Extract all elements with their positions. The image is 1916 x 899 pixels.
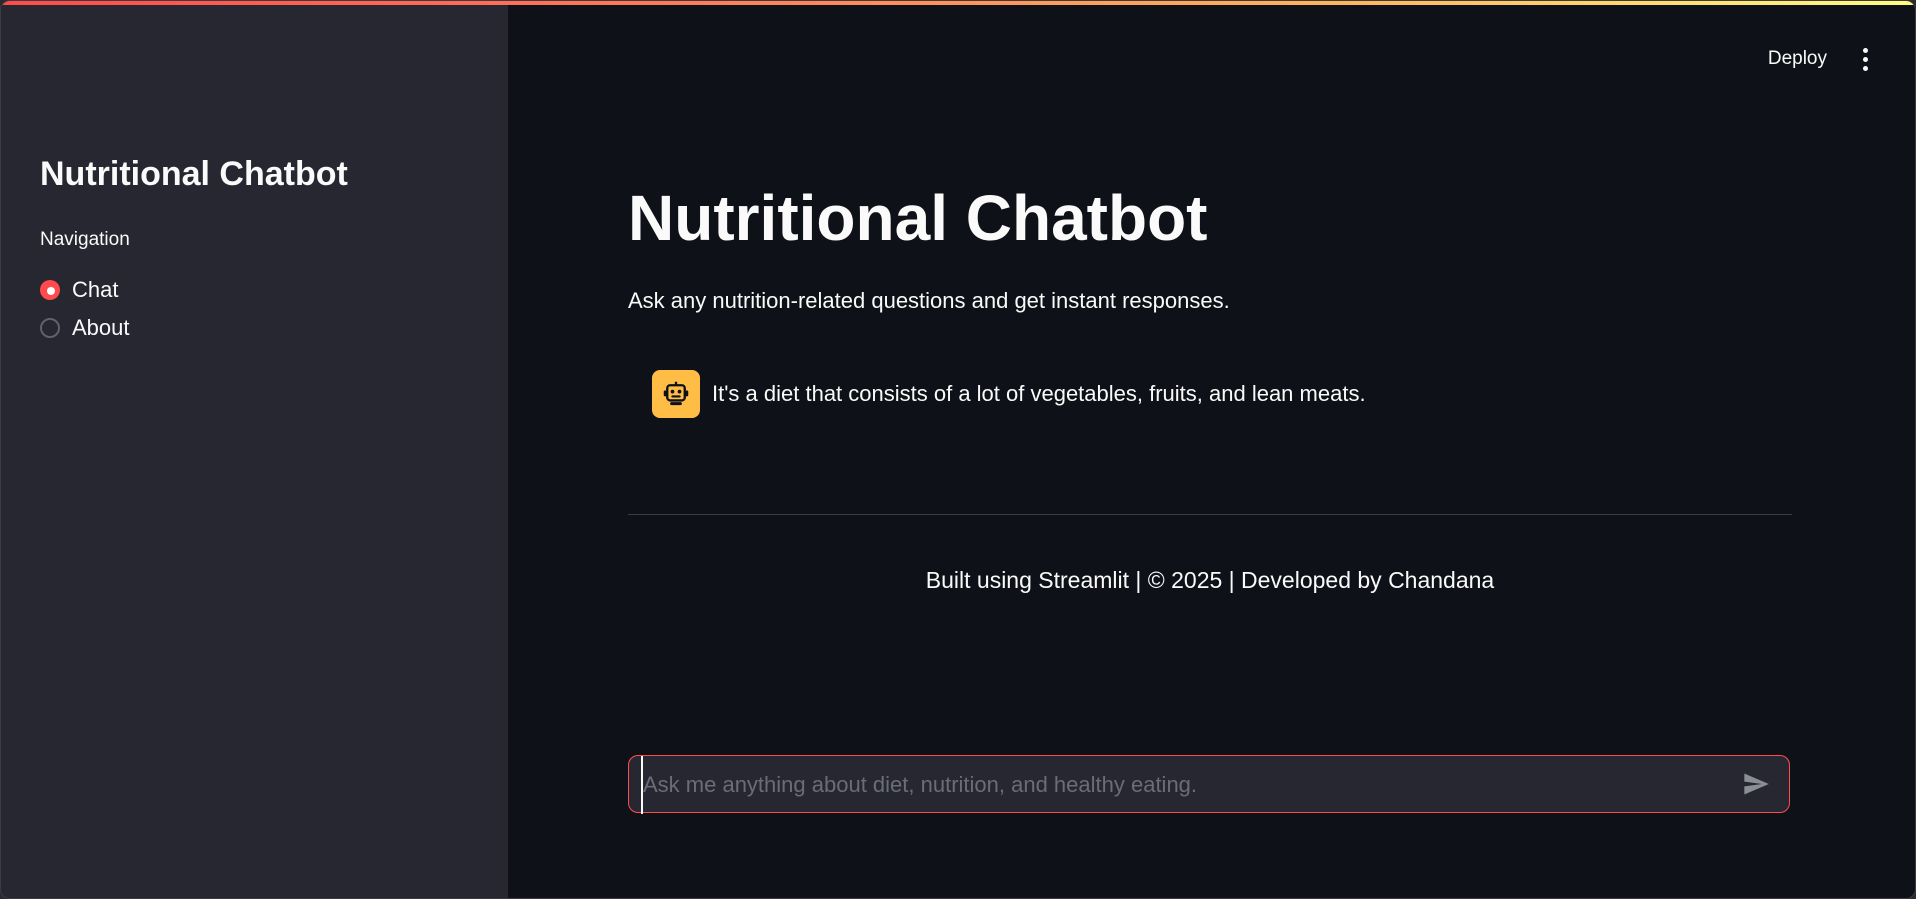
divider (628, 514, 1792, 515)
assistant-message: It's a diet that consists of a lot of ve… (652, 370, 1366, 418)
page-subtitle: Ask any nutrition-related questions and … (628, 288, 1230, 313)
footer-text: Built using Streamlit | © 2025 | Develop… (925, 567, 1495, 593)
chat-input-container (628, 755, 1790, 814)
chat-input[interactable] (641, 756, 1725, 814)
page-title: Nutritional Chatbot (628, 182, 1208, 254)
radio-checked-icon[interactable] (40, 280, 60, 300)
sidebar: Nutritional Chatbot Navigation Chat Abou… (1, 1, 508, 898)
nav-option-label: About (72, 315, 130, 340)
nav-option-about[interactable]: About (40, 309, 130, 347)
top-gradient-bar (1, 1, 1915, 5)
nav-option-chat[interactable]: Chat (40, 271, 130, 309)
app-window: Nutritional Chatbot Navigation Chat Abou… (0, 0, 1916, 899)
navigation-label: Navigation (40, 229, 130, 250)
radio-unchecked-icon[interactable] (40, 318, 60, 338)
header-actions: Deploy (1768, 45, 1875, 73)
kebab-menu-icon[interactable] (1855, 45, 1875, 73)
navigation-radio-group: Chat About (40, 271, 130, 347)
deploy-button[interactable]: Deploy (1768, 48, 1827, 70)
message-text: It's a diet that consists of a lot of ve… (712, 381, 1366, 406)
sidebar-title: Nutritional Chatbot (40, 155, 348, 193)
nav-option-label: Chat (72, 277, 119, 302)
send-icon[interactable] (1741, 770, 1771, 798)
robot-icon (652, 370, 700, 418)
